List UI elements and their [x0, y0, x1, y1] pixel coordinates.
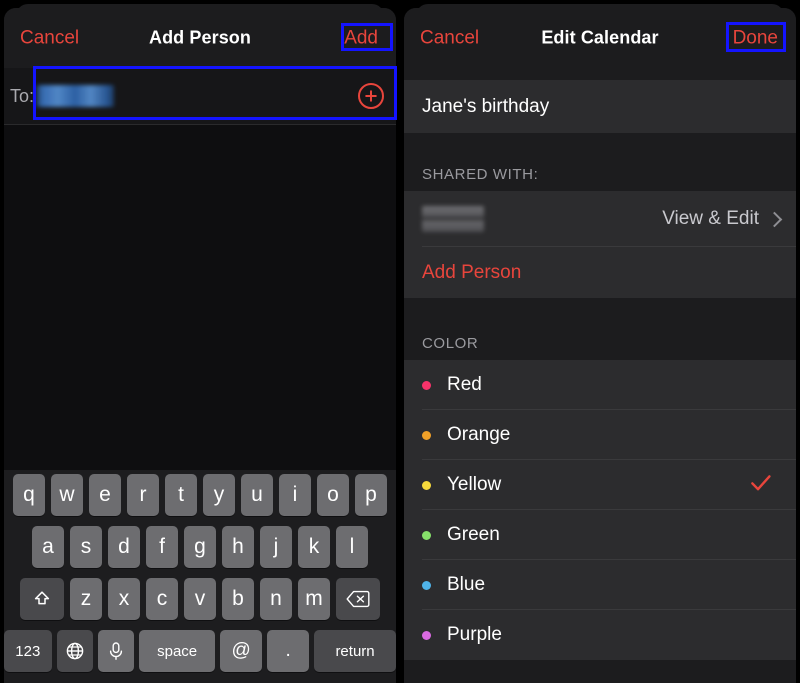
color-swatch-orange: [422, 430, 431, 440]
key-t[interactable]: t: [165, 474, 197, 516]
key-z[interactable]: z: [70, 578, 102, 620]
color-option-orange[interactable]: Orange: [404, 410, 796, 460]
color-option-purple[interactable]: Purple: [404, 610, 796, 660]
return-key[interactable]: return: [314, 630, 396, 672]
color-swatch-purple: [422, 630, 431, 640]
to-field-label: To:: [10, 85, 35, 106]
screenshot-root: Cancel Add Person Add To: q w e r t y u …: [0, 0, 800, 683]
period-key[interactable]: .: [267, 630, 310, 672]
key-e[interactable]: e: [89, 474, 121, 516]
key-w[interactable]: w: [51, 474, 83, 516]
calendar-name-value: Jane's birthday: [422, 95, 550, 117]
page-title: Add Person: [148, 27, 251, 48]
add-button[interactable]: Add: [344, 29, 378, 48]
sheet-front-layer: Cancel Add Person Add To: q w e r t y u …: [4, 8, 396, 683]
sheet-front-layer-right: Cancel Edit Calendar Done Jane's birthda…: [404, 8, 796, 683]
done-button[interactable]: Done: [733, 29, 778, 48]
shared-with-header: SHARED WITH:: [404, 133, 796, 191]
keyboard-row-1: q w e r t y u i o p: [4, 473, 396, 517]
chevron-right-icon: [766, 211, 783, 227]
at-key[interactable]: @: [220, 630, 263, 672]
color-option-yellow[interactable]: Yellow: [404, 460, 796, 510]
color-swatch-green: [422, 530, 431, 540]
shared-person-name-redacted: [422, 206, 484, 232]
key-p[interactable]: p: [355, 474, 387, 516]
edit-calendar-body: Jane's birthday SHARED WITH: View & Edit…: [404, 68, 796, 683]
globe-icon[interactable]: [56, 630, 93, 672]
permission-value-group: View & Edit: [662, 208, 783, 230]
keyboard-row-4: 123 space @ . return: [4, 629, 396, 673]
spacer-top: [404, 68, 796, 80]
calendar-name-field[interactable]: Jane's birthday: [404, 80, 796, 133]
key-x[interactable]: x: [108, 578, 140, 620]
color-option-green[interactable]: Green: [404, 510, 796, 560]
color-header: COLOR: [404, 298, 796, 360]
key-o[interactable]: o: [317, 474, 349, 516]
selected-checkmark-icon: [750, 473, 772, 497]
shared-person-row[interactable]: View & Edit: [404, 191, 796, 247]
key-d[interactable]: d: [108, 526, 140, 568]
key-m[interactable]: m: [298, 578, 330, 620]
delete-backspace-icon[interactable]: [336, 578, 380, 620]
key-f[interactable]: f: [146, 526, 178, 568]
color-swatch-red: [422, 380, 431, 390]
color-label-red: Red: [447, 374, 482, 395]
add-person-navbar: Cancel Add Person Add: [4, 8, 396, 68]
onscreen-keyboard[interactable]: q w e r t y u i o p a s d f g h j k l z …: [4, 470, 396, 683]
key-j[interactable]: j: [260, 526, 292, 568]
color-swatch-blue: [422, 580, 431, 590]
numbers-key[interactable]: 123: [4, 630, 52, 672]
color-option-red[interactable]: Red: [404, 360, 796, 410]
keyboard-row-2: a s d f g h j k l: [4, 525, 396, 569]
plus-circle-icon[interactable]: [358, 83, 384, 109]
color-swatch-yellow: [422, 480, 431, 490]
add-person-label: Add Person: [422, 261, 522, 283]
key-i[interactable]: i: [279, 474, 311, 516]
shift-icon[interactable]: [20, 578, 64, 620]
color-option-blue[interactable]: Blue: [404, 560, 796, 610]
microphone-icon[interactable]: [97, 630, 135, 672]
key-s[interactable]: s: [70, 526, 102, 568]
key-c[interactable]: c: [146, 578, 178, 620]
key-n[interactable]: n: [260, 578, 292, 620]
key-a[interactable]: a: [32, 526, 64, 568]
to-field-row[interactable]: To:: [4, 68, 396, 125]
permission-label: View & Edit: [662, 208, 759, 229]
key-l[interactable]: l: [336, 526, 368, 568]
color-label-green: Green: [447, 524, 500, 545]
to-field-value-redacted[interactable]: [36, 85, 115, 107]
key-g[interactable]: g: [184, 526, 216, 568]
add-person-sheet: Cancel Add Person Add To: q w e r t y u …: [0, 0, 400, 683]
key-q[interactable]: q: [13, 474, 45, 516]
key-h[interactable]: h: [222, 526, 254, 568]
color-label-purple: Purple: [447, 624, 502, 645]
color-label-yellow: Yellow: [447, 474, 502, 495]
add-person-row[interactable]: Add Person: [404, 247, 796, 298]
key-u[interactable]: u: [241, 474, 273, 516]
space-key[interactable]: space: [139, 630, 216, 672]
edit-calendar-sheet: Cancel Edit Calendar Done Jane's birthda…: [400, 0, 800, 683]
key-k[interactable]: k: [298, 526, 330, 568]
color-label-orange: Orange: [447, 424, 511, 445]
edit-calendar-navbar: Cancel Edit Calendar Done: [404, 8, 796, 68]
key-y[interactable]: y: [203, 474, 235, 516]
key-b[interactable]: b: [222, 578, 254, 620]
key-v[interactable]: v: [184, 578, 216, 620]
keyboard-row-3: z x c v b n m: [4, 577, 396, 621]
color-label-blue: Blue: [447, 574, 486, 595]
key-r[interactable]: r: [127, 474, 159, 516]
